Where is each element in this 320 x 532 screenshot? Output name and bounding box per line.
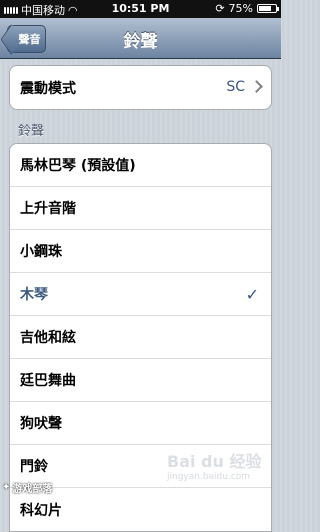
ringtone-section-header: 鈴聲 — [18, 124, 45, 139]
status-bar: 中国移动 ◠ 10:51 PM ⟳ 75% — [0, 0, 281, 18]
ringtone-label: 科幻片 — [20, 502, 62, 519]
status-right: ⟳ 75% — [215, 2, 279, 15]
ringtone-item[interactable]: 廷巴舞曲 — [10, 359, 271, 402]
baidu-logo: Bai du 经验 — [167, 452, 262, 471]
vibration-label: 震動模式 — [20, 80, 76, 97]
page-title: 鈴聲 — [123, 32, 158, 52]
ringtone-item[interactable]: 小鋼珠 — [10, 230, 271, 273]
ringtone-label: 小鋼珠 — [20, 244, 62, 260]
ringtone-label: 廷巴舞曲 — [20, 373, 76, 389]
rotation-lock-icon: ⟳ — [215, 2, 225, 15]
site-name: 游戏部落 — [12, 483, 53, 495]
ringtone-item[interactable]: 上升音階 — [10, 187, 271, 230]
ringtone-label: 木琴 — [20, 287, 48, 303]
site-watermark: ✦ 游戏部落 — [2, 476, 92, 498]
ringtone-label: 狗吠聲 — [20, 416, 62, 432]
battery-icon — [257, 4, 279, 13]
ringtone-item[interactable]: 狗吠聲 — [10, 402, 271, 445]
vibration-group: 震動模式 SC — [9, 65, 272, 110]
battery-percent: 75% — [228, 2, 253, 15]
vibration-cell[interactable]: 震動模式 SC — [10, 66, 271, 109]
ringtone-item[interactable]: 馬林巴琴 (預設值) — [10, 144, 271, 187]
ringtone-label: 門鈴 — [20, 459, 48, 475]
checkmark-icon: ✓ — [245, 285, 259, 304]
site-logo-icon: ✦ — [2, 481, 11, 493]
chevron-right-icon — [250, 80, 263, 93]
ringtone-label: 上升音階 — [20, 201, 76, 217]
vibration-value: SC — [226, 79, 245, 95]
baidu-watermark: Bai du 经验 jingyan.baidu.com — [167, 448, 277, 494]
ringtone-item[interactable]: 吉他和絃 — [10, 316, 271, 359]
navigation-bar: 聲音 鈴聲 — [0, 18, 281, 59]
ringtone-label: 馬林巴琴 (預設值) — [20, 158, 136, 174]
ringtone-label: 吉他和絃 — [20, 330, 76, 346]
ringtone-item-selected[interactable]: 木琴 ✓ — [10, 273, 271, 316]
baidu-url: jingyan.baidu.com — [167, 472, 251, 482]
